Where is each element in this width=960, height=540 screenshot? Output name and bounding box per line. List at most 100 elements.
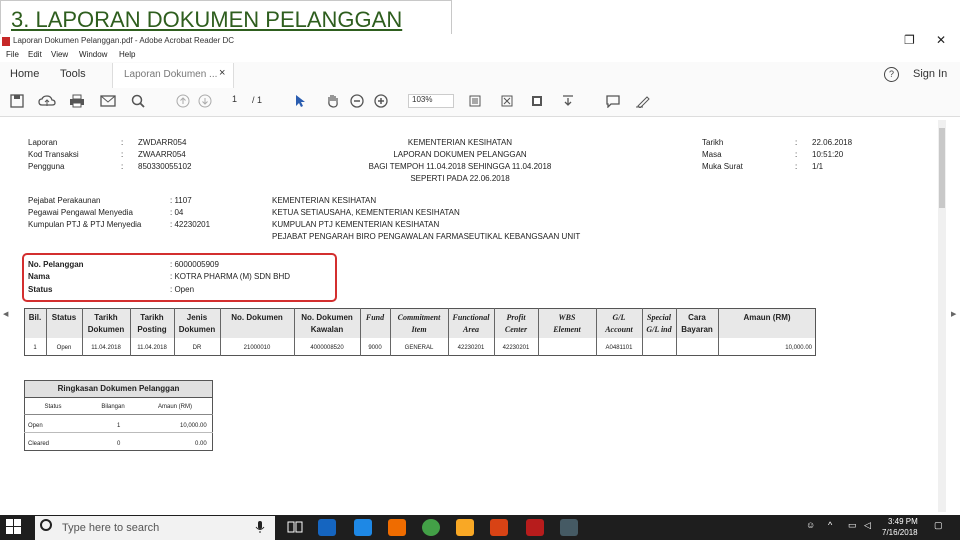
print-icon[interactable]	[69, 94, 85, 108]
windows-start-icon[interactable]	[6, 519, 22, 535]
download-icon[interactable]	[561, 94, 575, 108]
value-masa: 10:51:20	[812, 150, 844, 159]
table-header-cell: No. Dokumen	[220, 312, 294, 324]
table-header-line1: Tarikh	[94, 313, 118, 322]
label-kumpulan-ptj: Kumpulan PTJ & PTJ Menyedia	[28, 220, 142, 229]
zoom-out-icon[interactable]	[350, 94, 364, 108]
table-header-line1: Amaun (RM)	[743, 313, 791, 322]
table-cell: 11.04.2018	[137, 345, 167, 351]
find-icon[interactable]	[131, 94, 145, 108]
restore-window-button[interactable]: ❐	[904, 33, 915, 47]
clock-time[interactable]: 3:49 PM	[888, 517, 918, 526]
clock-date[interactable]: 7/16/2018	[882, 528, 918, 537]
file-explorer-icon[interactable]	[456, 519, 474, 536]
label-pegawai-pengawal: Pegawai Pengawal Menyedia	[28, 208, 133, 217]
acrobat-taskbar-icon[interactable]	[526, 519, 544, 536]
tab-tools[interactable]: Tools	[60, 68, 86, 80]
report-header-line: KEMENTERIAN KESIHATAN	[407, 138, 513, 147]
upload-cloud-icon[interactable]	[38, 94, 56, 108]
pejabat-description: KEMENTERIAN KESIHATAN	[272, 196, 377, 205]
report-header-line: SEPERTI PADA 22.06.2018	[410, 174, 510, 183]
ie-icon[interactable]	[354, 519, 372, 536]
menu-window[interactable]: Window	[79, 50, 107, 59]
table-header-cell: Cara Bayaran	[676, 312, 718, 336]
rotate-icon[interactable]	[530, 94, 544, 108]
table-header-cell: Special G/L ind	[642, 312, 676, 336]
comment-icon[interactable]	[605, 94, 621, 108]
table-header-line2: Kawalan	[310, 325, 344, 334]
table-header-line1: Status	[51, 313, 77, 322]
fit-page-icon[interactable]	[468, 94, 482, 108]
window-taskbar-icon[interactable]	[560, 519, 578, 536]
close-window-button[interactable]: ✕	[936, 33, 946, 47]
help-icon[interactable]: ?	[884, 67, 899, 82]
summary-divider	[24, 432, 213, 433]
table-header-cell: G/L Account	[596, 312, 642, 336]
colon: :	[121, 162, 124, 171]
summary-header-status: Status	[44, 404, 62, 410]
table-header-line2: Area	[463, 325, 479, 334]
table-cell: DR	[192, 345, 202, 351]
scroll-left-arrow-icon[interactable]: ◀	[3, 310, 8, 318]
table-header-line1: Profit	[506, 313, 526, 322]
menu-help[interactable]: Help	[119, 50, 135, 59]
chrome-icon[interactable]	[422, 519, 440, 536]
label-nama: Nama	[28, 272, 50, 281]
summary-row-amount: 0.00	[195, 441, 207, 447]
zoom-in-icon[interactable]	[374, 94, 388, 108]
summary-header-bilangan: Bilangan	[101, 404, 125, 410]
select-arrow-icon[interactable]	[294, 94, 306, 108]
page-up-icon[interactable]	[176, 94, 190, 108]
fullscreen-icon[interactable]	[500, 94, 514, 108]
chevron-up-icon[interactable]: ^	[828, 520, 832, 530]
summary-row-status: Open	[28, 423, 43, 429]
label-status: Status	[28, 285, 53, 294]
email-icon[interactable]	[100, 95, 116, 107]
summary-title: Ringkasan Dokumen Pelanggan	[57, 384, 180, 393]
tab-close-icon[interactable]: ×	[219, 67, 225, 79]
page-down-icon[interactable]	[198, 94, 212, 108]
table-header-line1: Functional	[452, 313, 490, 322]
menu-edit[interactable]: Edit	[28, 50, 42, 59]
table-header-cell: Tarikh Posting	[130, 312, 174, 336]
table-header-line2: Element	[553, 325, 581, 334]
page-number-input[interactable]: 1	[232, 94, 237, 104]
notifications-icon[interactable]: ▢	[934, 520, 943, 531]
microphone-icon[interactable]	[255, 520, 265, 534]
tab-home[interactable]: Home	[10, 68, 39, 80]
table-header-line2: Account	[605, 325, 633, 334]
scrollbar-thumb[interactable]	[939, 128, 945, 208]
zoom-select[interactable]: 103%	[408, 94, 454, 108]
table-cell: 11.04.2018	[91, 345, 121, 351]
hand-icon[interactable]	[326, 93, 340, 108]
table-header-cell: Status	[46, 312, 82, 324]
people-icon[interactable]: ☺	[806, 520, 815, 530]
table-header-line1: Bil.	[28, 313, 42, 322]
sign-in-link[interactable]: Sign In	[913, 68, 947, 80]
table-header-cell: Bil.	[24, 312, 46, 324]
table-header-line1: WBS	[558, 313, 576, 322]
powerpoint-icon[interactable]	[490, 519, 508, 536]
table-cell: 10,000.00	[785, 345, 812, 351]
label-muka-surat: Muka Surat	[702, 162, 743, 171]
report-header-line: LAPORAN DOKUMEN PELANGGAN	[393, 150, 527, 159]
table-header-cell: Tarikh Dokumen	[82, 312, 130, 336]
save-icon[interactable]	[10, 94, 24, 108]
page-total: / 1	[252, 95, 263, 105]
menu-bar	[0, 48, 960, 62]
firefox-icon[interactable]	[388, 519, 406, 536]
edge-icon[interactable]	[318, 519, 336, 536]
colon: :	[795, 162, 798, 171]
network-icon[interactable]: ▭	[848, 520, 857, 531]
sign-pen-icon[interactable]	[635, 94, 651, 108]
volume-icon[interactable]: ◁	[864, 520, 871, 531]
table-header-line1: Special	[647, 313, 671, 322]
colon: :	[121, 150, 124, 159]
summary-row-amount: 10,000.00	[180, 423, 207, 429]
acrobat-app-icon	[2, 37, 10, 46]
scroll-right-arrow-icon[interactable]: ▶	[951, 310, 956, 318]
table-header-line2: Item	[411, 325, 427, 334]
menu-file[interactable]: File	[6, 50, 19, 59]
task-view-icon[interactable]	[287, 520, 303, 534]
menu-view[interactable]: View	[51, 50, 68, 59]
